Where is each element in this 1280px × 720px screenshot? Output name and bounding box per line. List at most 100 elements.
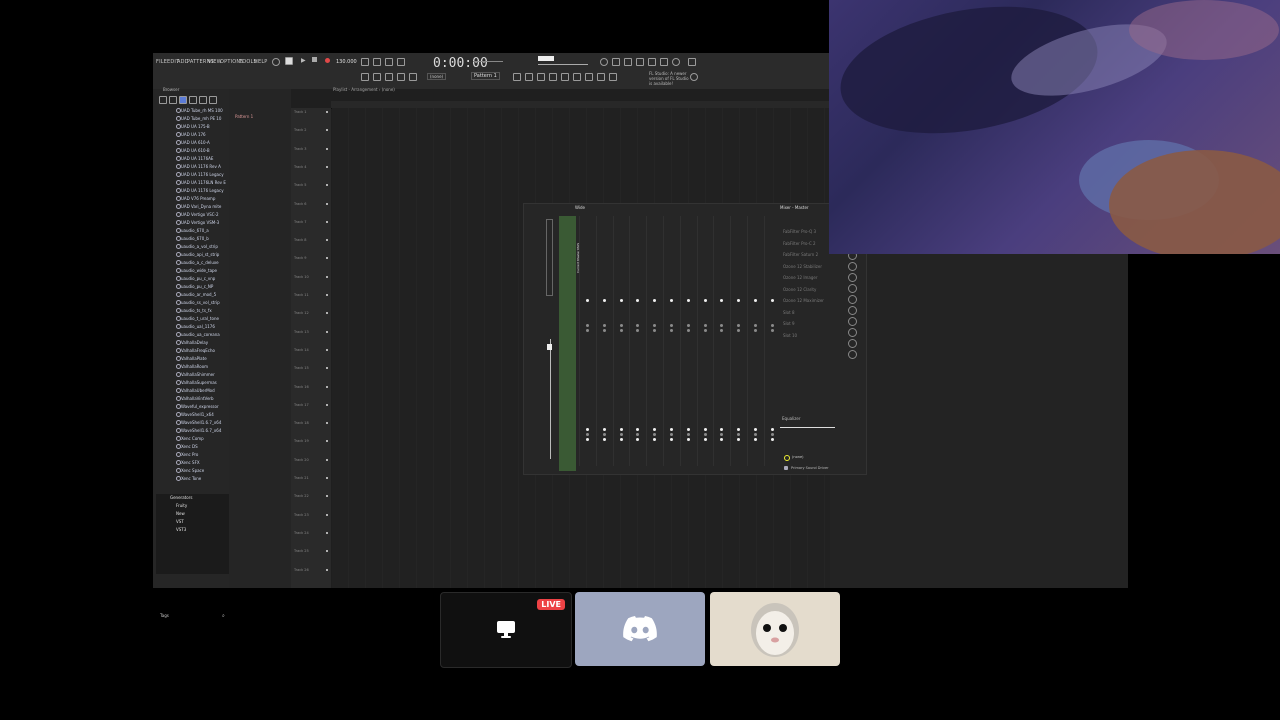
channel-knob[interactable] xyxy=(670,329,673,332)
touch-keyboard-icon[interactable] xyxy=(585,73,593,81)
play-icon[interactable]: ▶ xyxy=(301,57,306,64)
fx-mix-knob[interactable] xyxy=(848,273,857,282)
position-slider[interactable] xyxy=(473,61,503,62)
channel-knob[interactable] xyxy=(754,438,757,441)
screen-share-tile[interactable]: LIVE xyxy=(440,592,572,668)
channel-knob[interactable] xyxy=(720,324,724,327)
mixer-insert-channel[interactable] xyxy=(595,216,613,466)
browser-plugin-item[interactable]: UAD UA 610-B xyxy=(176,148,210,153)
mixer-insert-channel[interactable] xyxy=(713,216,730,466)
master-fader-handle[interactable] xyxy=(547,344,552,350)
track-label[interactable]: Track 23 xyxy=(294,513,309,517)
browser-plugin-item[interactable]: ValhallaDelay xyxy=(176,340,208,345)
fx-slot[interactable]: Slot 8 xyxy=(783,310,794,315)
browser-plugin-item[interactable]: uaudio_ual_1176 xyxy=(176,324,215,329)
channel-knob[interactable] xyxy=(737,324,741,327)
browser-plugin-item[interactable]: WaveShell1.6.7_x64 xyxy=(176,428,221,433)
delete-icon[interactable] xyxy=(409,73,417,81)
track-mute-button[interactable] xyxy=(326,348,328,351)
input-select[interactable]: (none) xyxy=(792,455,803,459)
plugin-db-icon[interactable] xyxy=(660,58,668,66)
track-mute-button[interactable] xyxy=(326,330,328,333)
generator-fruity[interactable]: Fruity xyxy=(176,503,187,508)
browser-plugin-item[interactable]: uaudio_ar_mod_5 xyxy=(176,292,216,297)
channel-knob[interactable] xyxy=(619,433,623,436)
browser-plugin-item[interactable]: uaudio_a_vol_strip xyxy=(176,244,218,249)
channel-knob[interactable] xyxy=(754,433,757,436)
channel-knob[interactable] xyxy=(737,433,741,436)
channel-knob[interactable] xyxy=(720,433,724,436)
track-label[interactable]: Track 10 xyxy=(294,275,309,279)
channel-knob[interactable] xyxy=(770,329,774,332)
channel-knob[interactable] xyxy=(686,428,690,431)
tempo-display[interactable]: 130.000 xyxy=(336,59,357,65)
browser-header[interactable]: Browser xyxy=(163,87,179,92)
output-device-select[interactable]: Primary Sound Driver xyxy=(791,466,829,470)
fx-mix-knob[interactable] xyxy=(848,317,857,326)
browser-cloud-icon[interactable] xyxy=(199,96,207,104)
mixer-toggle-icon[interactable] xyxy=(612,58,620,66)
browser-search-icon[interactable] xyxy=(209,96,217,104)
browser-plugin-item[interactable]: uaudio_ts_ts_fx xyxy=(176,308,212,313)
browser-plugin-item[interactable]: uaudio_670_a xyxy=(176,228,209,233)
channel-knob[interactable] xyxy=(653,438,657,441)
pattern-select[interactable]: Pattern 1 xyxy=(471,72,500,80)
channel-knob[interactable] xyxy=(602,324,606,327)
track-label[interactable]: Track 3 xyxy=(294,147,307,151)
menu-file[interactable]: FILE xyxy=(156,59,167,65)
browser-plugin-item[interactable]: uaudio_670_b xyxy=(176,236,209,241)
playlist-title[interactable]: Playlist - Arrangement › (none) xyxy=(333,87,395,92)
track-label[interactable]: Track 12 xyxy=(294,311,309,315)
channel-knob[interactable] xyxy=(686,329,690,332)
track-label[interactable]: Track 16 xyxy=(294,385,309,389)
mixer-insert-channel[interactable] xyxy=(612,216,630,466)
fx-mix-knob[interactable] xyxy=(848,350,857,359)
channel-knob[interactable] xyxy=(619,329,623,332)
record-mode-icon[interactable] xyxy=(272,58,280,66)
track-label[interactable]: Track 22 xyxy=(294,494,309,498)
track-label[interactable]: Track 21 xyxy=(294,476,309,480)
generator-new[interactable]: New xyxy=(176,511,185,516)
track-mute-button[interactable] xyxy=(326,513,328,516)
mixer-icon[interactable] xyxy=(561,73,569,81)
playlist-toggle-icon[interactable] xyxy=(624,58,632,66)
fx-slot[interactable]: FabFilter Pro-Q 3 xyxy=(783,229,816,234)
track-label[interactable]: Track 4 xyxy=(294,165,307,169)
track-mute-button[interactable] xyxy=(326,477,328,479)
browser-plugin-item[interactable]: UAD UA 1176 Legacy xyxy=(176,188,224,193)
plugin-picker-icon[interactable] xyxy=(573,73,581,81)
mixer-insert-channel[interactable] xyxy=(629,216,646,466)
pattern-song-toggle[interactable] xyxy=(285,57,293,65)
channel-knob[interactable] xyxy=(737,438,741,441)
track-mute-button[interactable] xyxy=(326,495,328,498)
channel-knob[interactable] xyxy=(586,324,589,327)
track-mute-button[interactable] xyxy=(326,440,328,443)
browser-plugin-item[interactable]: UAD Vertigo VSM-3 xyxy=(176,220,219,225)
mixer-insert-channel[interactable] xyxy=(646,216,663,466)
update-hint[interactable]: FL Studio: A newer version of FL Studio … xyxy=(649,71,689,86)
browser-plugin-item[interactable]: UAD UA 175-B xyxy=(176,124,210,129)
track-mute-button[interactable] xyxy=(326,184,328,187)
channel-knob[interactable] xyxy=(586,329,589,332)
playlist-icon[interactable] xyxy=(525,73,533,81)
browser-plugin-item[interactable]: UAD Vari_Dyna mite xyxy=(176,204,221,209)
track-mute-button[interactable] xyxy=(326,239,328,242)
track-label[interactable]: Track 14 xyxy=(294,348,309,352)
browser-plugin-item[interactable]: UAD UA 1176LN Rev E xyxy=(176,180,226,185)
discord-user-tile[interactable] xyxy=(575,592,705,666)
track-mute-button[interactable] xyxy=(326,568,328,571)
master-fader-track[interactable] xyxy=(550,339,551,459)
channel-knob[interactable] xyxy=(670,428,673,431)
browser-plugin-item[interactable]: WaveShell1_x64 xyxy=(176,412,214,417)
browser-plugin-item[interactable]: uaudio_pu_c_vnp xyxy=(176,276,215,281)
channel-knob[interactable] xyxy=(670,299,673,302)
menu-help[interactable]: HELP xyxy=(254,59,268,65)
browser-plugin-item[interactable]: Xenc Pro xyxy=(176,452,198,457)
channel-knob[interactable] xyxy=(653,299,657,302)
track-label[interactable]: Track 9 xyxy=(294,256,307,260)
browser-plugin-item[interactable]: uaudio_t_ural_tone xyxy=(176,316,219,321)
piano-roll-icon[interactable] xyxy=(537,73,545,81)
channel-knob[interactable] xyxy=(670,433,673,436)
mixer-insert-channel[interactable] xyxy=(663,216,680,466)
pattern-item[interactable]: Pattern 1 xyxy=(235,114,253,119)
